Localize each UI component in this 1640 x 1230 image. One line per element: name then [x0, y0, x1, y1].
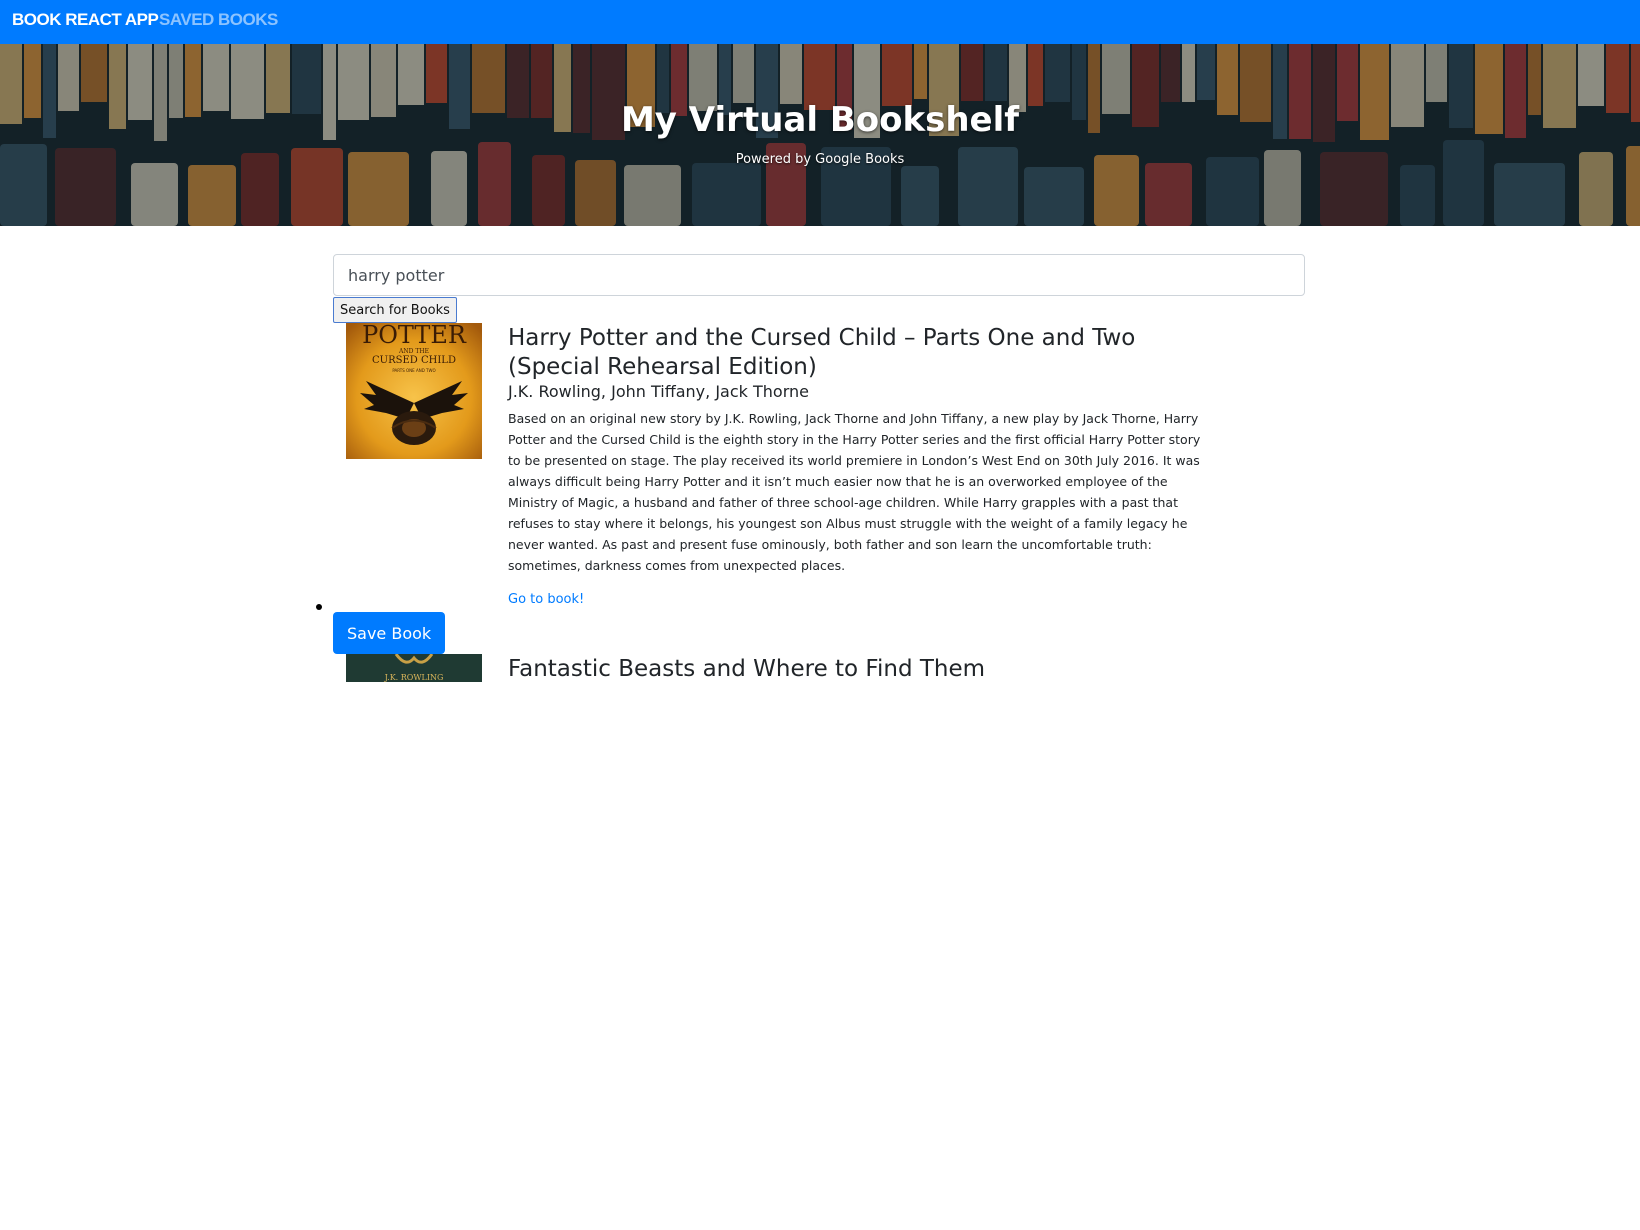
hero-banner: My Virtual Bookshelf Powered by Google B…	[0, 44, 1640, 226]
save-book-button[interactable]: Save Book	[333, 612, 446, 654]
navbar: BOOK REACT APP SAVED BOOKS	[0, 0, 1640, 44]
search-input[interactable]	[333, 254, 1305, 296]
book-cover-image: J.K. ROWLING	[346, 654, 482, 682]
book-cover-image: POTTER AND THE CURSED CHILD PARTS ONE AN…	[346, 323, 482, 459]
cover-text: J.K. ROWLING	[384, 673, 444, 682]
page-subtitle: Powered by Google Books	[735, 152, 905, 167]
list-bullet	[316, 604, 322, 610]
nav-saved-books-link[interactable]: SAVED BOOKS	[159, 10, 278, 30]
cover-text: AND THE	[398, 348, 429, 355]
cover-text: PARTS ONE AND TWO	[392, 368, 435, 373]
book-authors: J.K. Rowling, John Tiffany, Jack Thorne	[508, 382, 809, 401]
nav-brand-link[interactable]: BOOK REACT APP	[12, 10, 159, 30]
go-to-book-link[interactable]: Go to book!	[508, 592, 584, 607]
book-title: Fantastic Beasts and Where to Find Them	[508, 656, 986, 682]
cover-text: CURSED CHILD	[372, 355, 456, 366]
book-description: Based on an original new story by J.K. R…	[508, 411, 1201, 573]
results-list: POTTER AND THE CURSED CHILD PARTS ONE AN…	[0, 320, 1640, 682]
page-title: My Virtual Bookshelf	[620, 100, 1020, 140]
cover-text: POTTER	[362, 323, 467, 349]
book-title: Harry Potter and the Cursed Child – Part…	[508, 325, 1136, 380]
